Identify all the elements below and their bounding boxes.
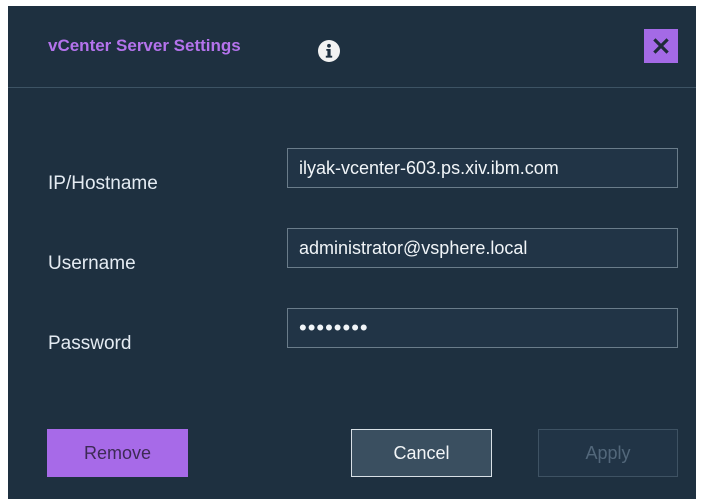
close-icon [653, 38, 669, 54]
apply-button[interactable]: Apply [538, 429, 678, 477]
remove-button[interactable]: Remove [47, 429, 188, 477]
password-label: Password [48, 333, 132, 354]
dialog-header: vCenter Server Settings [8, 6, 696, 88]
username-input[interactable] [287, 228, 678, 268]
vcenter-settings-dialog: vCenter Server Settings IP/Hostname User… [8, 6, 696, 499]
cancel-button[interactable]: Cancel [351, 429, 492, 477]
ip-hostname-input[interactable] [287, 148, 678, 188]
dialog-title: vCenter Server Settings [48, 36, 241, 55]
ip-hostname-label: IP/Hostname [48, 173, 158, 194]
password-input[interactable] [287, 308, 678, 348]
close-button[interactable] [644, 29, 678, 63]
username-label: Username [48, 253, 136, 274]
info-icon[interactable] [317, 39, 341, 63]
